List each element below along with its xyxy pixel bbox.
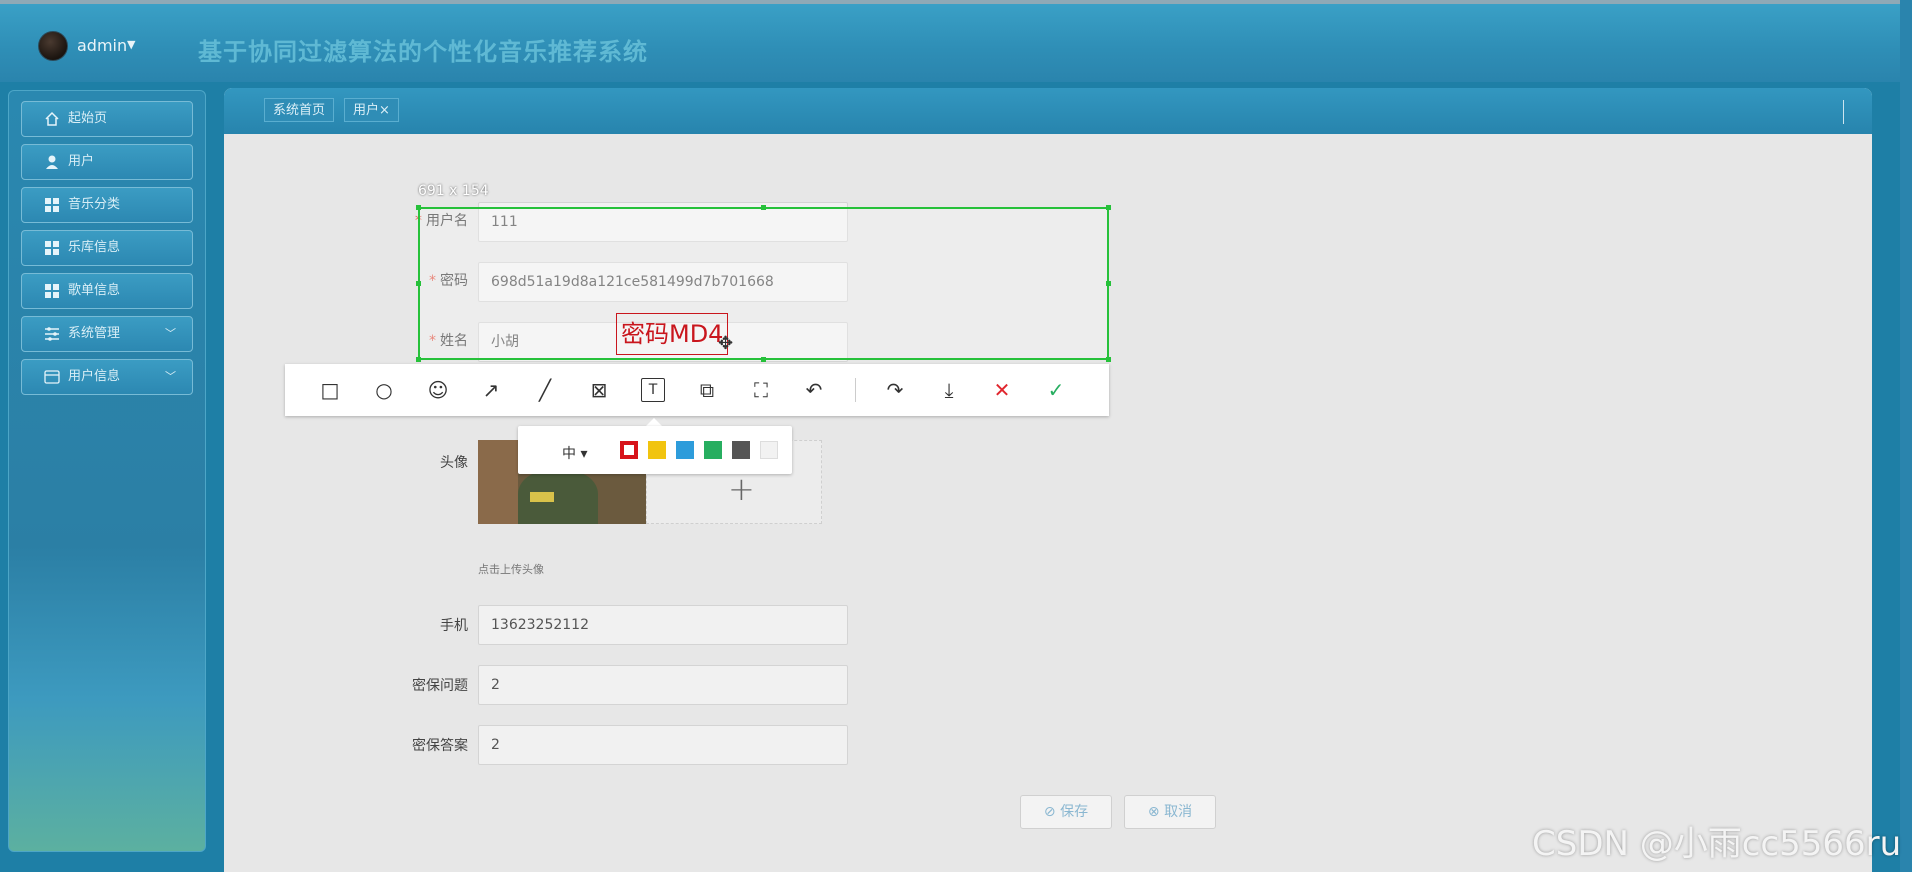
avatar-label: 头像 [440, 455, 468, 471]
resize-handle[interactable] [1106, 357, 1111, 362]
font-size-select[interactable]: 中 ▾ [562, 443, 587, 463]
check-circle-icon: ⊘ [1043, 804, 1061, 820]
sidebar-item-label: 用户信息 [68, 369, 121, 384]
sidebar-item-label: 歌单信息 [68, 283, 121, 298]
translate-tool-icon[interactable]: ⧉ [695, 378, 719, 402]
sidebar: 起始页 用户 音乐分类 乐库信息 歌单信息 系统管理 ﹀ 用户信息 ﹀ [8, 90, 206, 852]
resize-handle[interactable] [1106, 281, 1111, 286]
undo-icon[interactable]: ↶ [802, 378, 826, 402]
chevron-down-icon: ﹀ [165, 370, 176, 383]
security-answer-label: 密保答案 [412, 738, 468, 754]
sidebar-item-music-category[interactable]: 音乐分类 [21, 187, 193, 223]
cancel-button[interactable]: ⊗ 取消 [1124, 795, 1216, 829]
resize-handle[interactable] [416, 357, 421, 362]
tab-label: 用户 [353, 103, 380, 118]
arrow-tool-icon[interactable]: ↗ [479, 378, 503, 402]
popover-arrow [646, 418, 662, 426]
rectangle-tool-icon[interactable]: □ [318, 378, 342, 402]
user-avatar[interactable] [38, 31, 68, 61]
phone-label: 手机 [440, 618, 468, 634]
resize-handle[interactable] [761, 205, 766, 210]
window-edge [1900, 0, 1912, 872]
color-swatch-red[interactable] [620, 441, 638, 459]
sidebar-item-label: 用户 [68, 154, 95, 169]
upload-hint: 点击上传头像 [478, 563, 544, 576]
save-button[interactable]: ⊘ 保存 [1020, 795, 1112, 829]
tab-home[interactable]: 系统首页 [264, 98, 335, 122]
download-icon[interactable]: ⤓ [937, 378, 961, 402]
confirm-icon[interactable]: ✓ [1044, 378, 1068, 402]
sidebar-item-label: 乐库信息 [68, 240, 121, 255]
pen-tool-icon[interactable]: ╱ [533, 378, 557, 402]
divider [1843, 100, 1844, 124]
text-annotation[interactable]: 密码MD4 [616, 313, 729, 355]
watermark: CSDN @小雨cc5566ru [1532, 824, 1902, 864]
sidebar-item-playlists[interactable]: 歌单信息 [21, 273, 193, 309]
divider [855, 378, 856, 402]
grid-icon [45, 198, 59, 212]
sidebar-item-system[interactable]: 系统管理 ﹀ [21, 316, 193, 352]
ocr-tool-icon[interactable]: ⛶ [749, 378, 773, 402]
text-tool-icon[interactable]: T [641, 378, 665, 402]
color-swatch-blue[interactable] [676, 441, 694, 459]
resize-handle[interactable] [761, 357, 766, 362]
phone-input[interactable]: 13623252112 [478, 605, 848, 645]
security-question-input[interactable]: 2 [478, 665, 848, 705]
user-icon [46, 155, 58, 169]
move-cursor-icon: ✥ [718, 333, 734, 354]
chevron-down-icon[interactable]: ▼ [127, 38, 135, 51]
resize-handle[interactable] [1106, 205, 1111, 210]
plus-icon[interactable]: + [728, 470, 755, 508]
sidebar-item-label: 起始页 [68, 111, 108, 126]
sidebar-item-music-library[interactable]: 乐库信息 [21, 230, 193, 266]
resize-handle[interactable] [416, 281, 421, 286]
close-icon[interactable]: ✕ [990, 378, 1014, 402]
capture-selection[interactable] [418, 207, 1109, 360]
tab-users[interactable]: 用户× [344, 98, 399, 122]
app-title: 基于协同过滤算法的个性化音乐推荐系统 [198, 38, 648, 66]
tab-bar: 系统首页 用户× [224, 88, 1872, 134]
chevron-down-icon: ﹀ [165, 327, 176, 340]
username-label[interactable]: admin [77, 36, 127, 55]
grid-icon [45, 241, 59, 255]
close-icon[interactable]: × [379, 103, 390, 118]
color-swatch-yellow[interactable] [648, 441, 666, 459]
security-question-label: 密保问题 [412, 678, 468, 694]
close-circle-icon: ⊗ [1147, 804, 1165, 820]
selection-size-label: 691 x 154 [418, 183, 489, 199]
sidebar-item-users[interactable]: 用户 [21, 144, 193, 180]
top-bar: admin ▼ 基于协同过滤算法的个性化音乐推荐系统 [0, 0, 1912, 82]
color-swatch-white[interactable] [760, 441, 778, 459]
sidebar-item-user-info[interactable]: 用户信息 ﹀ [21, 359, 193, 395]
sidebar-item-label: 音乐分类 [68, 197, 121, 212]
resize-handle[interactable] [416, 205, 421, 210]
capture-toolbar: □ ○ ☺ ↗ ╱ ⊠ T ⧉ ⛶ ↶ ↷ ⤓ ✕ ✓ [285, 364, 1109, 416]
color-swatch-gray[interactable] [732, 441, 750, 459]
emoji-tool-icon[interactable]: ☺ [426, 378, 450, 402]
card-icon [44, 370, 60, 384]
mosaic-tool-icon[interactable]: ⊠ [587, 378, 611, 402]
grid-icon [45, 284, 59, 298]
color-swatch-green[interactable] [704, 441, 722, 459]
security-answer-input[interactable]: 2 [478, 725, 848, 765]
sidebar-item-label: 系统管理 [68, 326, 121, 341]
sliders-icon [45, 327, 59, 341]
main-content: 系统首页 用户× [224, 88, 1872, 872]
sidebar-item-home[interactable]: 起始页 [21, 101, 193, 137]
home-icon [45, 111, 59, 126]
ellipse-tool-icon[interactable]: ○ [372, 378, 396, 402]
share-icon[interactable]: ↷ [883, 378, 907, 402]
